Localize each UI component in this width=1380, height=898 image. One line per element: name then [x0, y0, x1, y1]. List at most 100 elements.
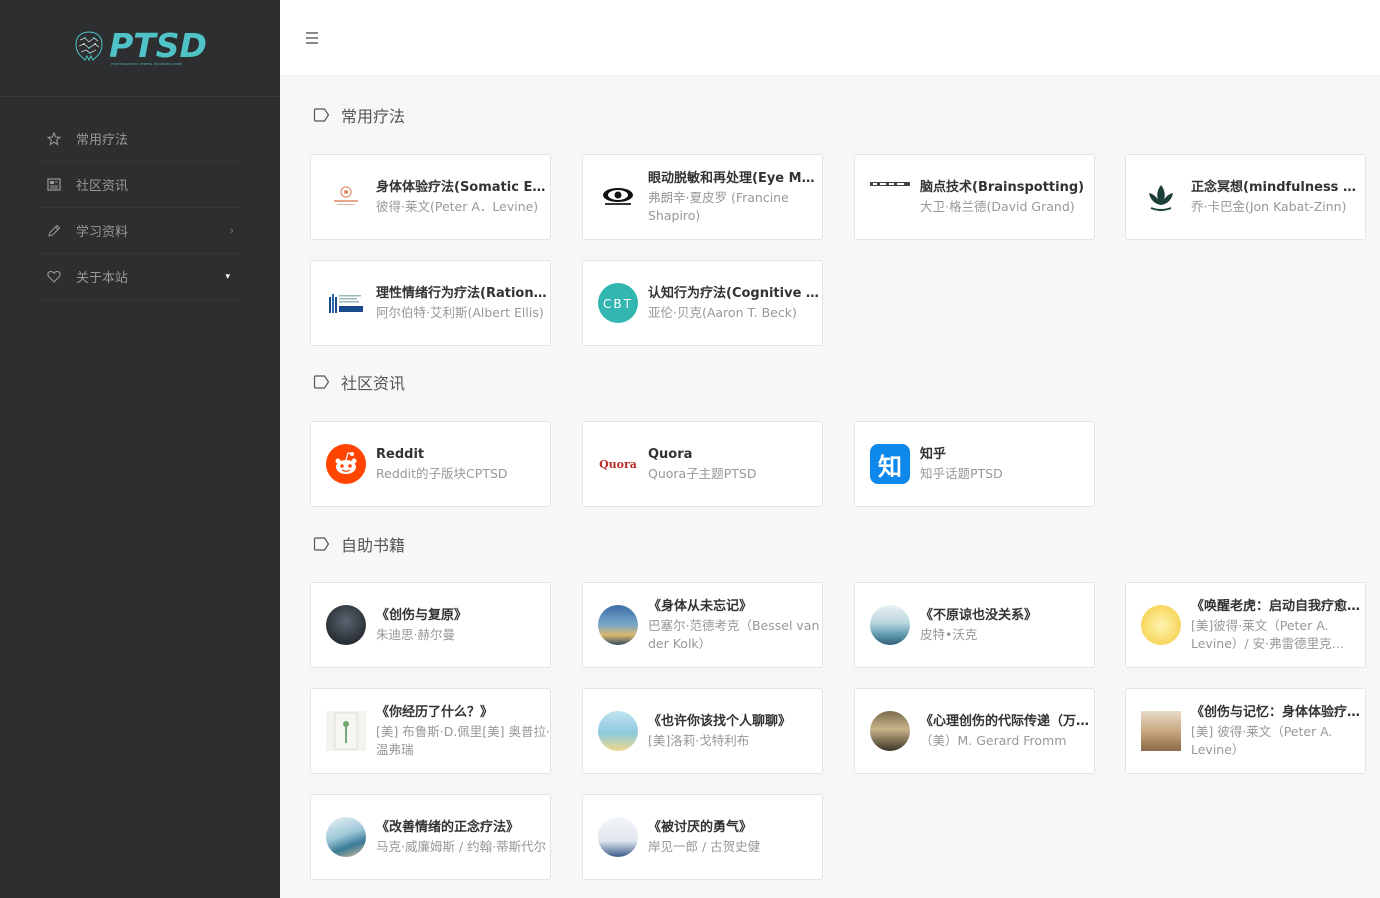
- card-title: 知乎: [920, 446, 947, 462]
- card-desc: 朱迪思·赫尔曼: [376, 626, 455, 642]
- therapy-card-rebt[interactable]: 理性情绪行为疗法(Rational Emotive Behavior Thera…: [310, 260, 551, 346]
- tag-icon: [313, 108, 330, 122]
- card-desc: 巴塞尔·范德考克（Bessel van der Kolk）: [648, 617, 820, 651]
- book-cover: [1141, 605, 1181, 645]
- tag-icon: [313, 375, 330, 389]
- card-desc: （美）M. Gerard Fromm: [920, 732, 1067, 748]
- card-title: 《也许你该找个人聊聊》: [648, 713, 792, 729]
- section-title-community: 社区资讯: [313, 370, 405, 394]
- card-desc: 皮特•沃克: [920, 626, 978, 642]
- book-card[interactable]: 《身体从未忘记》 巴塞尔·范德考克（Bessel van der Kolk）: [582, 582, 823, 668]
- book-cover: [326, 605, 366, 645]
- star-icon: [46, 131, 62, 147]
- brain-icon: [75, 31, 103, 62]
- section-title-text: 社区资讯: [341, 374, 406, 393]
- therapy-card-brainspotting[interactable]: 脑点技术(Brainspotting) 大卫·格兰德(David Grand): [854, 154, 1095, 240]
- chevron-right-icon: ›: [229, 224, 234, 237]
- rebt-logo: [326, 283, 366, 323]
- book-card[interactable]: 《被讨厌的勇气》 岸见一郎 / 古贺史健: [582, 794, 823, 880]
- mindfulness-logo: [1141, 177, 1181, 217]
- sidebar-item-learning[interactable]: 学习资料 ›: [40, 208, 240, 254]
- card-title: 正念冥想(mindfulness based stress reduction): [1191, 179, 1365, 195]
- card-desc: Reddit的子版块CPTSD: [376, 465, 508, 481]
- book-cover: [598, 711, 638, 751]
- top-bar: [280, 0, 1380, 76]
- svg-text:CBT: CBT: [603, 297, 633, 311]
- card-desc: 岸见一郎 / 古贺史健: [648, 838, 761, 854]
- card-title: 《你经历了什么？》: [376, 704, 494, 720]
- card-desc: 马克·威廉姆斯 / 约翰·蒂斯代尔: [376, 838, 547, 854]
- site-logo[interactable]: PTSD POSTTRAUMATIC STRESS DISORDER ZONE: [0, 0, 280, 97]
- logo-text: PTSD: [109, 26, 207, 65]
- section-title-text: 自助书籍: [341, 536, 406, 555]
- card-desc: [美] 布鲁斯·D.佩里[美] 奥普拉·温弗瑞: [376, 723, 550, 757]
- reddit-icon: [326, 444, 366, 484]
- community-card-reddit[interactable]: Reddit Reddit的子版块CPTSD: [310, 421, 551, 507]
- sidebar: PTSD POSTTRAUMATIC STRESS DISORDER ZONE …: [0, 0, 280, 898]
- card-title: 《创伤与记忆：身体体验疗法如何重塑创伤记忆》: [1191, 704, 1365, 720]
- sidebar-item-community[interactable]: 社区资讯: [40, 162, 240, 208]
- quora-logo: Quora: [599, 457, 637, 471]
- card-desc: Quora子主题PTSD: [648, 465, 757, 481]
- card-desc: [美]彼得·莱文（Peter A. Levine）/ 安·弗雷德里克（Ann F…: [1191, 617, 1332, 651]
- book-cover: [598, 605, 638, 645]
- card-desc: 弗朗辛·夏皮罗 (Francine Shapiro): [648, 189, 789, 223]
- book-cover: [870, 711, 910, 751]
- card-title: 眼动脱敏和再处理(Eye Movement Desensitization an…: [648, 170, 822, 186]
- therapy-card-mindfulness[interactable]: 正念冥想(mindfulness based stress reduction)…: [1125, 154, 1366, 240]
- brainspotting-logo: [870, 177, 910, 217]
- sidebar-menu: 常用疗法 社区资讯 学习资料 › 关于本站 ▾: [0, 116, 280, 300]
- section-title-therapy: 常用疗法: [313, 103, 405, 127]
- book-card[interactable]: 《也许你该找个人聊聊》 [美]洛莉·戈特利布: [582, 688, 823, 774]
- card-title: 理性情绪行为疗法(Rational Emotive Behavior Thera…: [376, 285, 550, 301]
- sidebar-item-label: 关于本站: [76, 271, 129, 286]
- main-content: 常用疗法 身体体验疗法(Somatic Experiencing) 彼得·莱文(…: [280, 77, 1380, 898]
- book-cover: [1141, 711, 1181, 751]
- book-cover: [326, 711, 366, 751]
- menu-toggle-icon[interactable]: [306, 32, 318, 44]
- book-card[interactable]: 《心理创伤的代际传递（万千心理）》 （美）M. Gerard Fromm: [854, 688, 1095, 774]
- sidebar-item-therapy[interactable]: 常用疗法: [40, 116, 240, 162]
- card-title: Quora: [648, 446, 693, 462]
- book-card[interactable]: 《不原谅也没关系》 皮特•沃克: [854, 582, 1095, 668]
- community-card-zhihu[interactable]: 知 知乎 知乎话题PTSD: [854, 421, 1095, 507]
- card-title: 身体体验疗法(Somatic Experiencing): [376, 179, 550, 195]
- sidebar-item-label: 常用疗法: [76, 133, 129, 148]
- card-title: Reddit: [376, 446, 425, 462]
- cbt-logo: CBT: [598, 283, 638, 323]
- card-title: 脑点技术(Brainspotting): [920, 179, 1085, 195]
- section-title-books: 自助书籍: [313, 532, 405, 556]
- card-desc: 阿尔伯特·艾利斯(Albert Ellis): [376, 304, 544, 320]
- book-card[interactable]: 《创伤与记忆：身体体验疗法如何重塑创伤记忆》 [美] 彼得·莱文（Peter A…: [1125, 688, 1366, 774]
- card-title: 《不原谅也没关系》: [920, 607, 1038, 623]
- newspaper-icon: [46, 177, 62, 193]
- book-card[interactable]: 《唤醒老虎：启动自我疗愈本能》 [美]彼得·莱文（Peter A. Levine…: [1125, 582, 1366, 668]
- caret-down-icon: ▾: [225, 271, 230, 282]
- card-title: 《被讨厌的勇气》: [648, 819, 753, 835]
- therapy-card-cbt[interactable]: CBT 认知行为疗法(Cognitive Behavioral Therapy)…: [582, 260, 823, 346]
- card-title: 《唤醒老虎：启动自我疗愈本能》: [1191, 598, 1365, 614]
- book-cover: [598, 817, 638, 857]
- emdr-logo: [598, 177, 638, 217]
- card-title: 认知行为疗法(Cognitive Behavioral Therapy): [648, 285, 822, 301]
- card-desc: 亚伦·贝克(Aaron T. Beck): [648, 304, 797, 320]
- sidebar-item-label: 学习资料: [76, 225, 129, 240]
- card-title: 《创伤与复原》: [376, 607, 468, 623]
- community-card-quora[interactable]: Quora Quora Quora子主题PTSD: [582, 421, 823, 507]
- somatic-logo: [326, 177, 366, 217]
- book-cover: [326, 817, 366, 857]
- heart-icon: [46, 269, 62, 285]
- card-desc: [美]洛莉·戈特利布: [648, 732, 750, 748]
- book-card[interactable]: 《创伤与复原》 朱迪思·赫尔曼: [310, 582, 551, 668]
- sidebar-item-label: 社区资讯: [76, 179, 129, 194]
- card-desc: 彼得·莱文(Peter A．Levine): [376, 198, 539, 214]
- sidebar-item-about[interactable]: 关于本站 ▾: [40, 254, 240, 300]
- book-card[interactable]: 《你经历了什么？》 [美] 布鲁斯·D.佩里[美] 奥普拉·温弗瑞: [310, 688, 551, 774]
- therapy-card-emdr[interactable]: 眼动脱敏和再处理(Eye Movement Desensitization an…: [582, 154, 823, 240]
- section-title-text: 常用疗法: [341, 107, 406, 126]
- card-desc: [美] 彼得·莱文（Peter A. Levine）: [1191, 723, 1333, 757]
- therapy-card-somatic[interactable]: 身体体验疗法(Somatic Experiencing) 彼得·莱文(Peter…: [310, 154, 551, 240]
- pencil-icon: [46, 223, 62, 239]
- book-card[interactable]: 《改善情绪的正念疗法》 马克·威廉姆斯 / 约翰·蒂斯代尔: [310, 794, 551, 880]
- card-desc: 知乎话题PTSD: [920, 465, 1003, 481]
